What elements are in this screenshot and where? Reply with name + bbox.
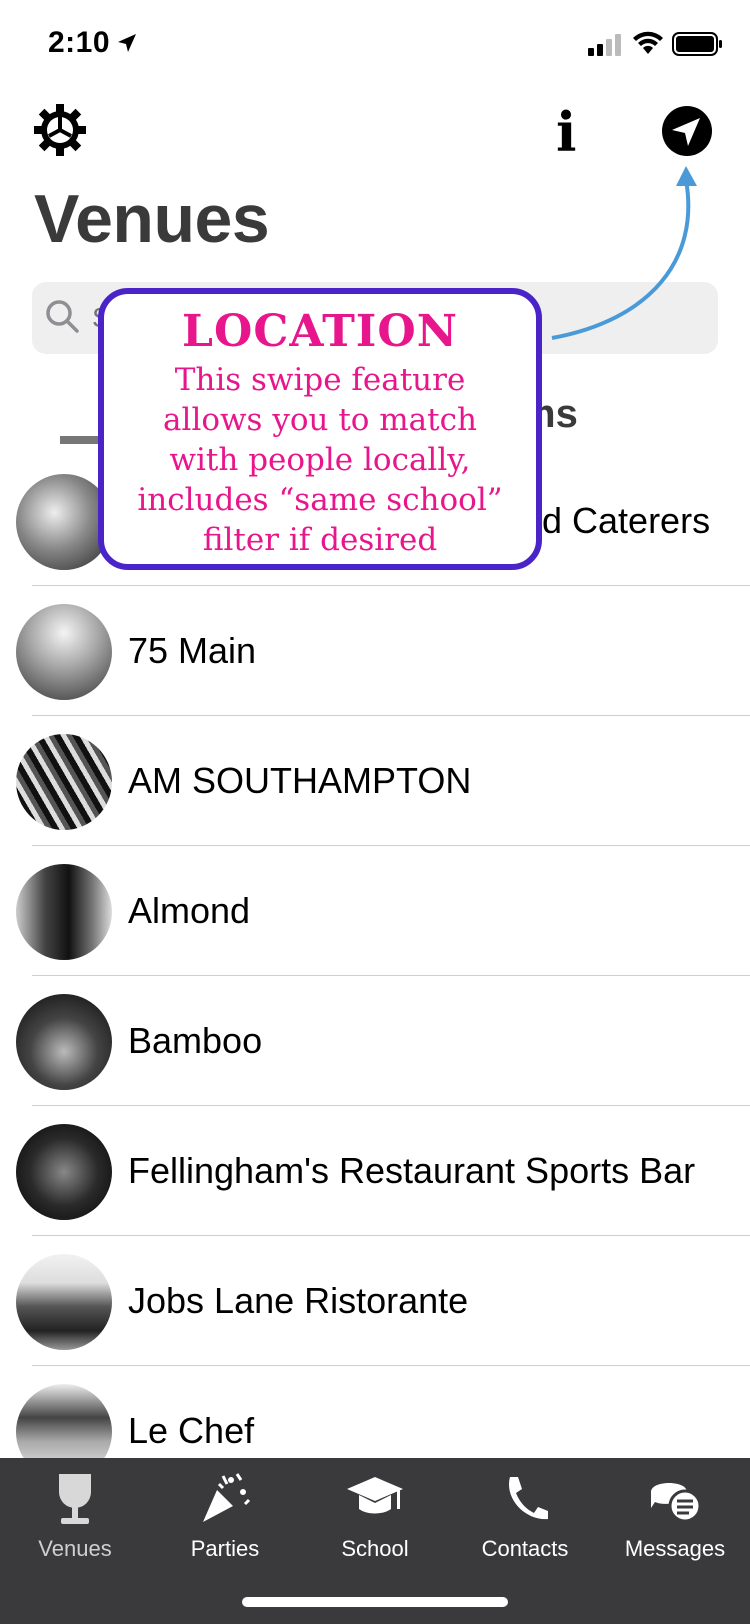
tab-parties[interactable]: Parties	[150, 1468, 300, 1562]
venue-list[interactable]: d Caterers 75 Main AM SOUTHAMPTON Almond…	[0, 456, 750, 1480]
tab-venues[interactable]: Venues	[0, 1468, 150, 1562]
tab-label: Messages	[624, 1536, 726, 1561]
location-callout: LOCATION This swipe feature allows you t…	[98, 288, 542, 570]
callout-body: This swipe feature allows you to match w…	[104, 360, 536, 560]
venue-row[interactable]: AM SOUTHAMPTON	[0, 716, 750, 846]
callout-line: filter if desired	[202, 522, 438, 558]
tab-messages[interactable]: Messages	[600, 1468, 750, 1562]
tab-label: Venues	[38, 1536, 112, 1561]
venue-thumbnail	[16, 604, 112, 700]
venue-name: d Caterers	[542, 500, 711, 541]
callout-line: includes “same school”	[137, 482, 503, 518]
venue-thumbnail	[16, 994, 112, 1090]
venue-name: Bamboo	[128, 1020, 263, 1061]
venue-thumbnail	[16, 734, 112, 830]
phone-icon	[508, 1477, 548, 1520]
venue-thumbnail	[16, 864, 112, 960]
party-popper-icon	[203, 1473, 251, 1522]
venue-name: Jobs Lane Ristorante	[128, 1280, 469, 1321]
callout-line: allows you to match	[163, 402, 477, 438]
venue-thumbnail	[16, 1254, 112, 1350]
venue-name: Le Chef	[128, 1410, 255, 1451]
chat-bubbles-icon	[651, 1483, 702, 1523]
venue-name: Fellingham's Restaurant Sports Bar	[128, 1150, 696, 1191]
wine-glass-icon	[59, 1474, 91, 1524]
callout-title: LOCATION	[182, 306, 458, 357]
venue-row[interactable]: Bamboo	[0, 976, 750, 1106]
venue-row[interactable]: Fellingham's Restaurant Sports Bar	[0, 1106, 750, 1236]
tab-label: Parties	[190, 1536, 260, 1561]
tab-school[interactable]: School	[300, 1468, 450, 1562]
home-indicator	[242, 1597, 508, 1607]
venue-thumbnail	[16, 1124, 112, 1220]
tab-label: School	[341, 1536, 409, 1561]
callout-line: This swipe feature	[174, 362, 466, 398]
venue-row[interactable]: Jobs Lane Ristorante	[0, 1236, 750, 1366]
tab-contacts[interactable]: Contacts	[450, 1468, 600, 1562]
venue-name: AM SOUTHAMPTON	[128, 760, 472, 801]
tab-label: Contacts	[481, 1536, 569, 1561]
venue-row[interactable]: 75 Main	[0, 586, 750, 716]
venue-name: Almond	[128, 890, 251, 931]
venue-name: 75 Main	[128, 630, 257, 671]
callout-line: with people locally,	[169, 442, 471, 478]
graduation-cap-icon	[347, 1477, 403, 1514]
venue-row[interactable]: Almond	[0, 846, 750, 976]
